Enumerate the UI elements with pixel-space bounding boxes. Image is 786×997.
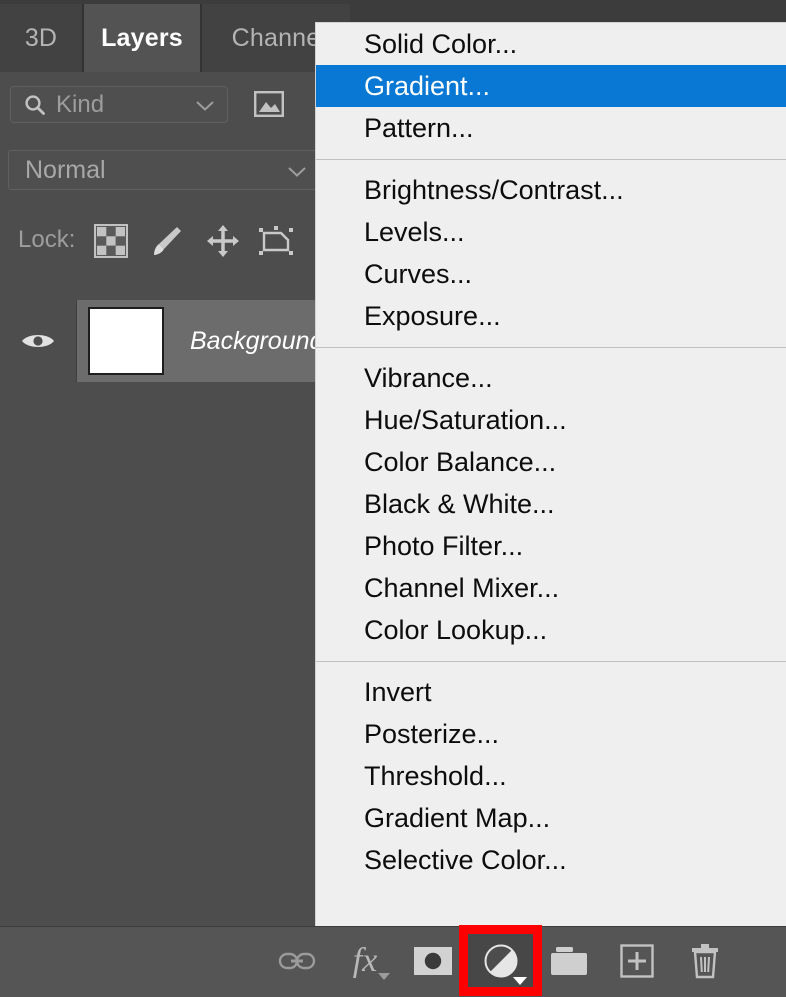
lock-label: Lock: bbox=[18, 226, 76, 253]
menu-item-invert[interactable]: Invert bbox=[316, 671, 786, 713]
add-layer-mask-button[interactable] bbox=[400, 927, 466, 995]
menu-item-exposure[interactable]: Exposure... bbox=[316, 295, 786, 337]
new-adjustment-layer-menu[interactable]: Solid Color... Gradient... Pattern... Br… bbox=[315, 22, 786, 926]
menu-item-selective-color[interactable]: Selective Color... bbox=[316, 839, 786, 881]
layer-name-label: Background bbox=[190, 326, 324, 355]
chevron-down-icon bbox=[196, 101, 214, 111]
new-adjustment-layer-button[interactable] bbox=[468, 927, 534, 995]
search-icon bbox=[25, 94, 45, 115]
menu-item-posterize[interactable]: Posterize... bbox=[316, 713, 786, 755]
half-filled-circle-icon bbox=[484, 944, 518, 978]
eye-icon bbox=[22, 335, 54, 347]
chevron-down-icon bbox=[288, 167, 306, 177]
menu-separator bbox=[316, 159, 786, 160]
menu-item-color-lookup[interactable]: Color Lookup... bbox=[316, 609, 786, 651]
layer-thumbnail[interactable] bbox=[88, 307, 164, 375]
link-layers-button[interactable] bbox=[264, 927, 330, 995]
lock-transparency-checkerboard-icon[interactable] bbox=[94, 224, 128, 258]
menu-item-brightness-contrast[interactable]: Brightness/Contrast... bbox=[316, 169, 786, 211]
link-icon bbox=[278, 952, 316, 970]
menu-item-black-and-white[interactable]: Black & White... bbox=[316, 483, 786, 525]
tab-3d[interactable]: 3D bbox=[0, 4, 84, 72]
menu-item-vibrance[interactable]: Vibrance... bbox=[316, 357, 786, 399]
menu-item-gradient[interactable]: Gradient... bbox=[316, 65, 786, 107]
tab-3d-label: 3D bbox=[24, 23, 58, 52]
layer-style-button[interactable]: fx bbox=[332, 927, 398, 995]
menu-item-levels[interactable]: Levels... bbox=[316, 211, 786, 253]
filter-kind-dropdown[interactable]: Kind bbox=[10, 86, 228, 123]
menu-item-color-balance[interactable]: Color Balance... bbox=[316, 441, 786, 483]
lock-image-pixels-brush-icon[interactable] bbox=[150, 224, 184, 258]
menu-separator bbox=[316, 347, 786, 348]
lock-position-move-icon[interactable] bbox=[206, 224, 240, 258]
new-layer-button[interactable] bbox=[604, 927, 670, 995]
tab-channels-label: Channe bbox=[231, 23, 321, 52]
menu-item-channel-mixer[interactable]: Channel Mixer... bbox=[316, 567, 786, 609]
menu-item-photo-filter[interactable]: Photo Filter... bbox=[316, 525, 786, 567]
filter-kind-label: Kind bbox=[56, 90, 105, 118]
menu-item-gradient-map[interactable]: Gradient Map... bbox=[316, 797, 786, 839]
folder-icon bbox=[551, 947, 587, 975]
menu-item-pattern[interactable]: Pattern... bbox=[316, 107, 786, 149]
menu-item-solid-color[interactable]: Solid Color... bbox=[316, 23, 786, 65]
new-group-button[interactable] bbox=[536, 927, 602, 995]
plus-square-icon bbox=[620, 944, 654, 978]
layer-visibility-toggle[interactable] bbox=[0, 300, 77, 382]
menu-item-hue-saturation[interactable]: Hue/Saturation... bbox=[316, 399, 786, 441]
chevron-down-icon bbox=[513, 977, 527, 985]
tab-layers[interactable]: Layers bbox=[84, 4, 202, 72]
layer-mask-icon bbox=[414, 947, 452, 975]
menu-item-threshold[interactable]: Threshold... bbox=[316, 755, 786, 797]
layers-panel-bottom-toolbar: fx bbox=[0, 926, 786, 997]
menu-item-curves[interactable]: Curves... bbox=[316, 253, 786, 295]
menu-separator bbox=[316, 661, 786, 662]
chevron-down-icon bbox=[378, 973, 390, 980]
delete-layer-button[interactable] bbox=[672, 927, 738, 995]
trash-icon bbox=[692, 944, 718, 979]
lock-artboard-nesting-icon[interactable] bbox=[258, 224, 294, 258]
fx-icon: fx bbox=[352, 942, 378, 979]
tab-layers-label: Layers bbox=[101, 23, 183, 52]
image-filter-icon[interactable] bbox=[254, 91, 284, 117]
blend-mode-dropdown[interactable]: Normal bbox=[8, 150, 318, 190]
blend-mode-value: Normal bbox=[25, 155, 106, 184]
